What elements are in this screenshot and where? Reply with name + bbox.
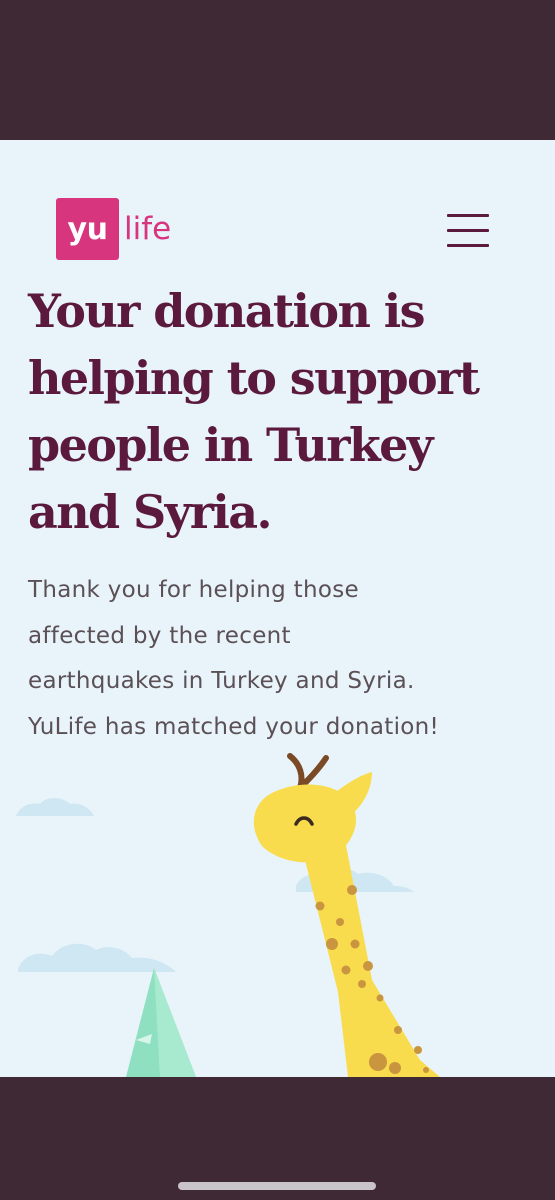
page-title: Your donation is helping to support peop… [28, 278, 538, 546]
logo-wordmark: life [124, 211, 172, 247]
menu-line-top [447, 214, 489, 217]
status-bar-area [0, 0, 555, 140]
menu-line-bottom [447, 244, 489, 247]
logo-mark: yu [56, 198, 119, 260]
message-line: affected by the recent [28, 622, 291, 649]
donation-confirmation-page: yu life Your donation is helping to supp… [0, 140, 555, 1077]
message-line: earthquakes in Turkey and Syria. [28, 668, 415, 694]
message-line: Thank you for helping those [28, 577, 359, 603]
home-indicator[interactable] [178, 1182, 376, 1190]
headline-line: people in Turkey [28, 418, 434, 472]
headline-line: helping to support [28, 351, 480, 405]
menu-line-middle [447, 229, 489, 232]
cloud-small-left [16, 798, 94, 816]
yulife-logo[interactable]: yu life [56, 198, 171, 260]
headline-line: Your donation is [28, 284, 426, 338]
giraffe-ossicone [287, 753, 329, 791]
headline-line: and Syria. [28, 485, 273, 539]
hamburger-menu-icon[interactable] [447, 212, 491, 248]
tree-shade [154, 968, 196, 1077]
giraffe-illustration [16, 753, 440, 1077]
cloud-large-left [18, 943, 176, 972]
thank-you-message: Thank you for helping those affected by … [28, 568, 548, 750]
